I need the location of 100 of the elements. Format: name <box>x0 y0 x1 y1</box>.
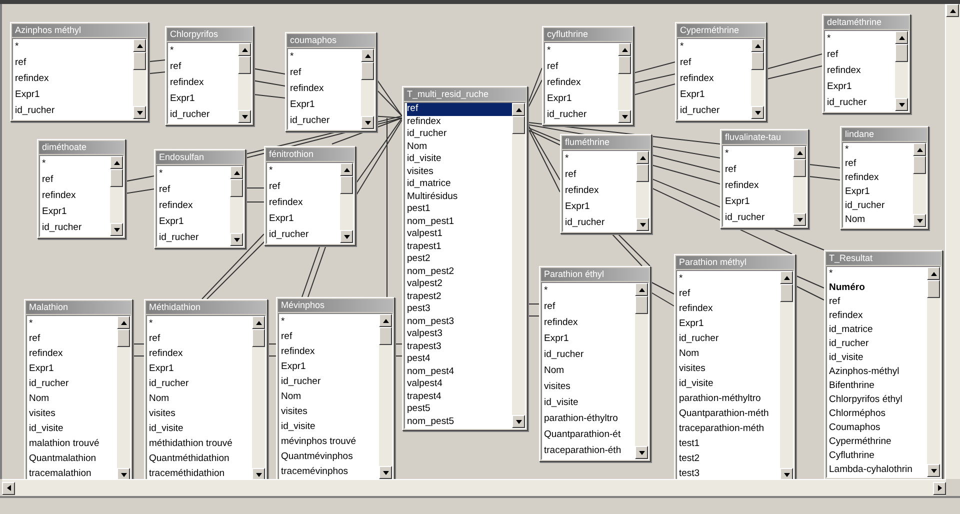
field-name[interactable]: ref <box>725 162 793 178</box>
field-name[interactable]: Expr1 <box>42 204 110 220</box>
field-name[interactable]: ref <box>42 172 110 188</box>
field-name[interactable]: Expr1 <box>845 185 913 199</box>
field-name[interactable]: ref <box>827 47 895 63</box>
table-window[interactable]: deltaméthrine * ref refindex Expr1 id_rucher <box>822 14 911 114</box>
field-name[interactable]: trapest3 <box>407 340 512 353</box>
field-name[interactable]: * <box>680 39 751 55</box>
scroll-thumb[interactable] <box>636 164 649 182</box>
field-name[interactable]: nom_pest5 <box>407 416 512 428</box>
field-name[interactable]: id_visite <box>149 421 252 436</box>
field-name[interactable]: refindex <box>565 183 636 199</box>
field-name[interactable]: nom_pest2 <box>407 266 512 278</box>
field-name[interactable]: Quantmévinphos <box>281 449 379 464</box>
field-name[interactable]: refindex <box>149 346 252 361</box>
field-name[interactable]: id_rucher <box>159 230 230 246</box>
field-name[interactable]: ref <box>149 331 252 346</box>
scroll-right-button[interactable] <box>933 482 946 494</box>
scroll-thumb[interactable] <box>635 296 648 314</box>
field-name[interactable]: visites <box>679 361 780 376</box>
scroll-up-button[interactable] <box>636 151 649 164</box>
field-name[interactable]: * <box>281 314 379 329</box>
table-window[interactable]: Endosulfan * ref refindex Expr1 id_rucher <box>154 149 246 249</box>
field-name[interactable]: Expr1 <box>281 359 379 374</box>
field-name[interactable]: id_rucher <box>281 374 379 389</box>
field-name[interactable]: id_rucher <box>544 347 635 363</box>
scroll-up-button[interactable] <box>751 39 764 52</box>
scroll-down-button[interactable] <box>636 218 649 231</box>
field-name[interactable]: refindex <box>680 71 751 87</box>
field-name[interactable]: ref <box>679 286 780 301</box>
field-name[interactable]: id_rucher <box>565 215 636 231</box>
field-name[interactable]: test1 <box>679 436 780 451</box>
field-name[interactable]: id_visite <box>407 153 512 166</box>
field-name[interactable]: refindex <box>42 188 110 204</box>
scroll-left-button[interactable] <box>2 482 15 494</box>
field-name[interactable]: Bifenthrine <box>829 379 927 393</box>
field-name[interactable]: Quantparathion-ét <box>544 427 635 443</box>
scroll-thumb[interactable] <box>618 56 631 74</box>
scroll-up-button[interactable] <box>110 156 123 169</box>
field-name[interactable]: Quantparathion-méth <box>679 406 780 421</box>
field-name[interactable]: * <box>42 156 110 172</box>
field-name[interactable]: Nom <box>281 389 379 404</box>
field-name[interactable]: id_rucher <box>547 107 618 123</box>
scroll-down-button[interactable] <box>895 98 908 111</box>
scroll-thumb[interactable] <box>340 176 353 194</box>
field-name[interactable]: Azinphos-méthyl <box>829 365 927 379</box>
field-name[interactable]: ref <box>159 182 230 198</box>
field-name[interactable]: id_rucher <box>42 220 110 236</box>
field-name[interactable]: ref <box>565 167 636 183</box>
field-name[interactable]: * <box>565 151 636 167</box>
field-name[interactable]: visites <box>544 379 635 395</box>
field-name[interactable]: ref <box>170 59 238 75</box>
field-name[interactable]: ref <box>829 295 927 309</box>
field-name[interactable]: refindex <box>15 71 133 87</box>
field-name[interactable]: Cyperméthrine <box>829 435 927 449</box>
field-name[interactable]: pest2 <box>407 253 512 266</box>
field-name[interactable]: Expr1 <box>547 91 618 107</box>
table-window[interactable]: coumaphos * ref refindex Expr1 id_rucher <box>285 32 377 132</box>
table-window[interactable]: Azinphos méthyl * ref refindex Expr1 id_rucher <box>10 22 149 122</box>
field-name[interactable]: refindex <box>845 171 913 185</box>
field-name[interactable]: Expr1 <box>149 361 252 376</box>
field-name[interactable]: id_rucher <box>829 337 927 351</box>
field-name[interactable]: Nom <box>149 391 252 406</box>
scroll-down-button[interactable] <box>635 446 648 459</box>
field-name[interactable]: refindex <box>290 81 361 97</box>
scroll-thumb[interactable] <box>133 52 146 70</box>
field-name[interactable]: id_rucher <box>827 95 895 111</box>
field-name[interactable]: id_visite <box>544 395 635 411</box>
field-name[interactable]: * <box>547 43 618 59</box>
field-name[interactable]: Expr1 <box>544 331 635 347</box>
field-name[interactable]: test3 <box>679 466 780 479</box>
field-name[interactable]: ref <box>680 55 751 71</box>
scroll-thumb[interactable] <box>927 280 940 298</box>
field-name[interactable]: ref <box>269 179 340 195</box>
field-name[interactable]: id_rucher <box>170 107 238 123</box>
field-name[interactable]: id_rucher <box>15 103 133 119</box>
field-name[interactable]: Expr1 <box>565 199 636 215</box>
scroll-thumb[interactable] <box>230 179 243 197</box>
field-name[interactable]: id_matrice <box>407 178 512 190</box>
field-name[interactable]: visites <box>407 166 512 178</box>
scroll-down-button[interactable] <box>133 106 146 119</box>
field-name[interactable]: valpest1 <box>407 228 512 240</box>
field-name[interactable]: Expr1 <box>269 211 340 227</box>
scroll-down-button[interactable] <box>913 214 926 227</box>
field-name[interactable]: traceparathion-méth <box>679 421 780 436</box>
field-name[interactable]: Numéro <box>829 281 927 295</box>
field-name[interactable]: refindex <box>29 346 117 361</box>
table-window[interactable]: Mévinphos * ref refindex Expr1 id_rucher Nom visites id_visite mévinphos trouvé Quantmévinphos tracemévinphos <box>276 297 395 479</box>
field-name[interactable]: trapest2 <box>407 290 512 303</box>
field-name[interactable]: ref <box>544 299 635 315</box>
scroll-up-button[interactable] <box>252 316 265 329</box>
field-name[interactable]: * <box>170 43 238 59</box>
field-name[interactable]: id_visite <box>281 419 379 434</box>
scroll-up-button[interactable] <box>927 267 940 280</box>
scroll-thumb[interactable] <box>780 284 793 302</box>
scroll-down-button[interactable] <box>110 223 123 236</box>
field-name[interactable]: Expr1 <box>679 316 780 331</box>
scroll-thumb[interactable] <box>793 159 806 177</box>
field-name[interactable]: tracemalathion <box>29 466 117 479</box>
field-name[interactable]: malathion trouvé <box>29 436 117 451</box>
